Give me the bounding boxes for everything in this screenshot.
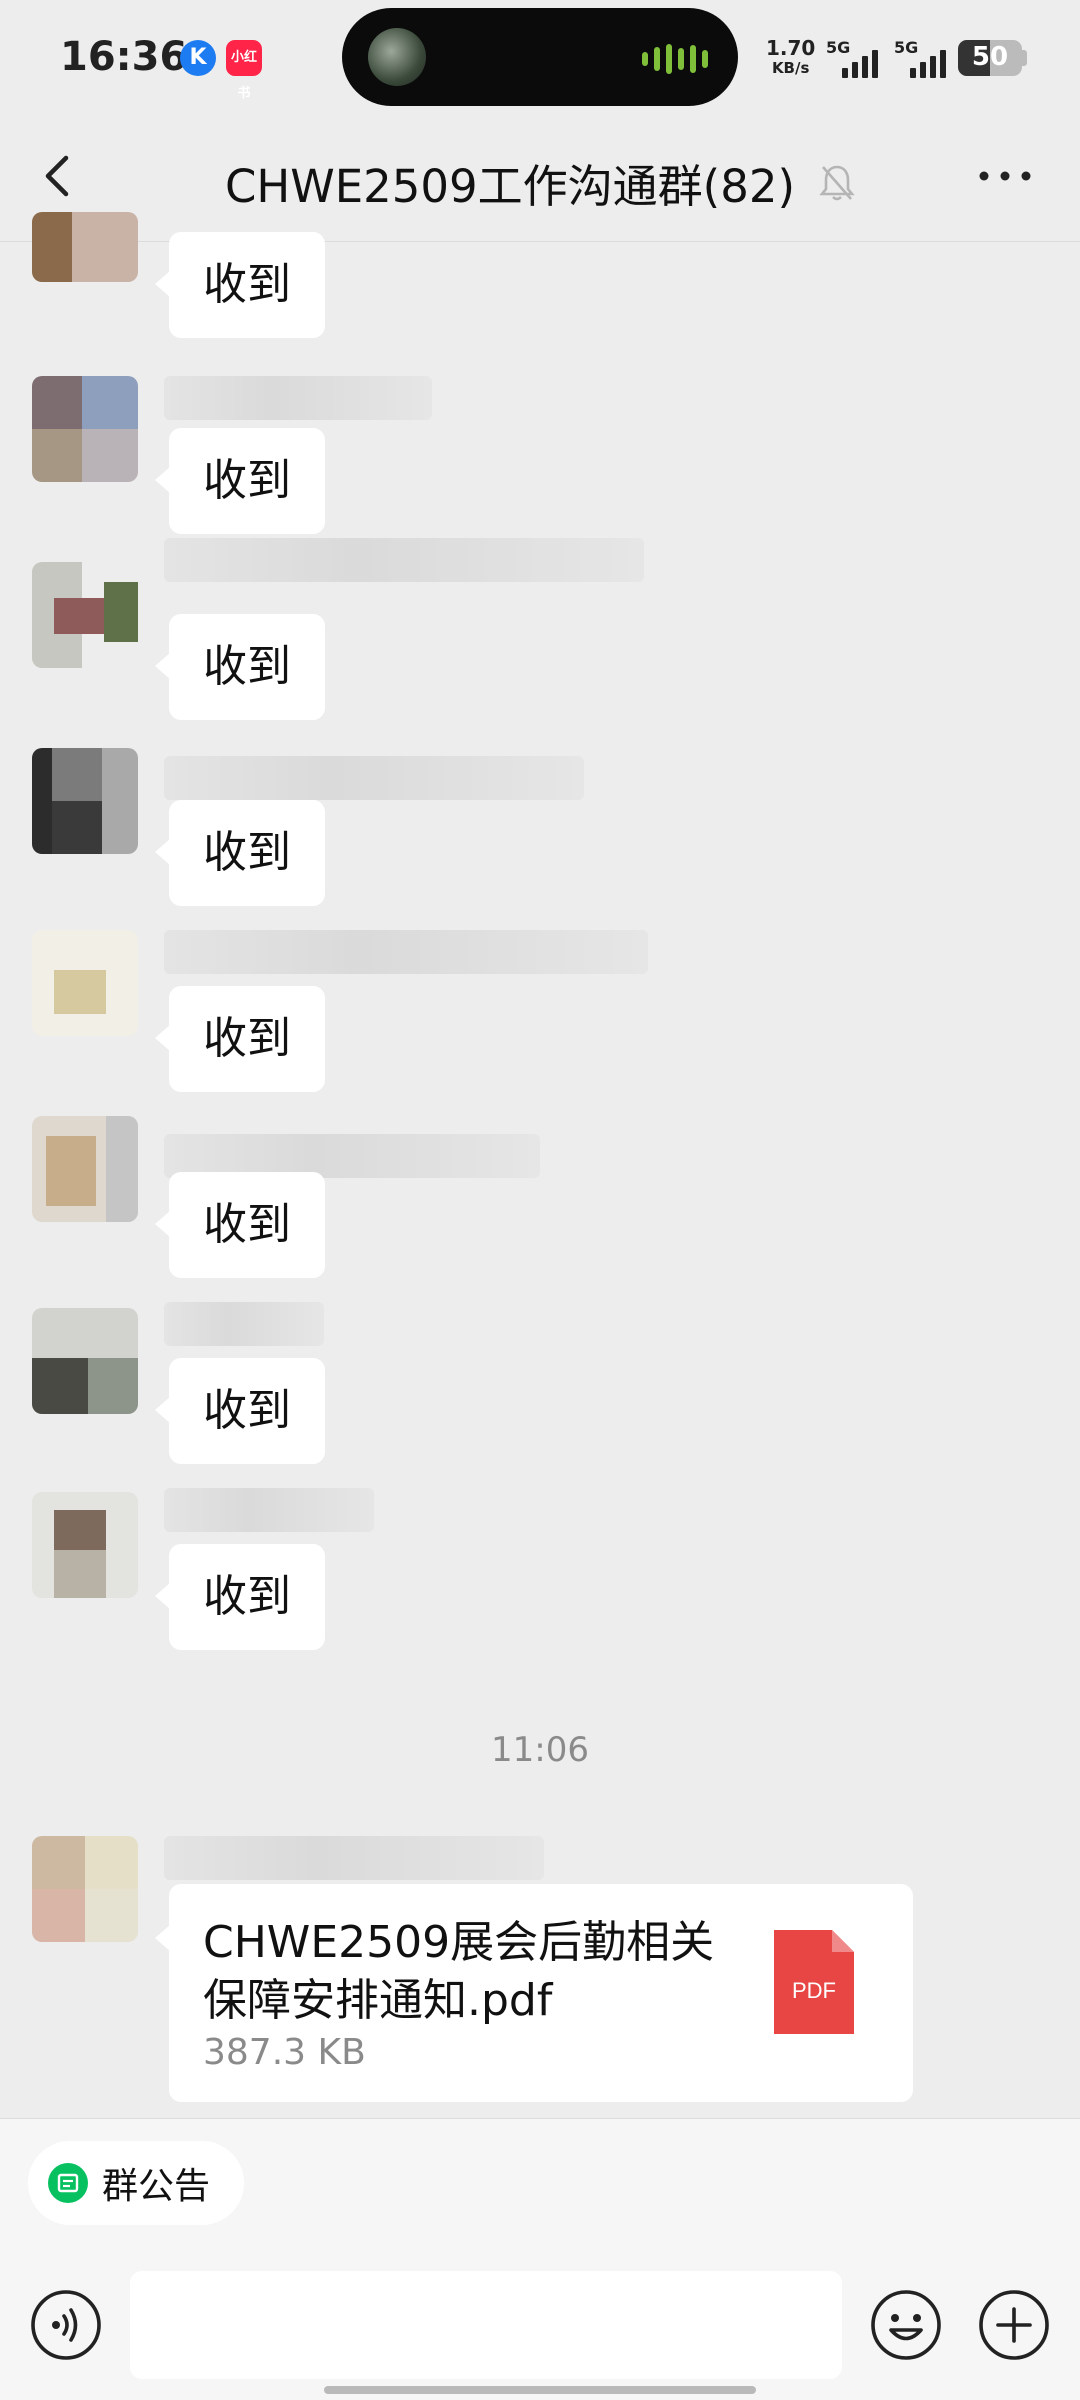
group-notice-label: 群公告 xyxy=(102,2166,211,2207)
group-name: CHWE2509工作沟通群(82) xyxy=(224,160,796,213)
avatar[interactable] xyxy=(32,212,138,282)
message-bubble[interactable]: 收到 xyxy=(155,1358,325,1464)
message-bubble[interactable]: 收到 xyxy=(155,614,325,720)
sender-nickname xyxy=(164,376,432,420)
status-time: 16:36 xyxy=(60,34,188,80)
message-bubble[interactable]: 收到 xyxy=(155,428,325,534)
battery-cap xyxy=(1022,50,1027,66)
chat-title: CHWE2509工作沟通群(82) xyxy=(0,150,1080,215)
file-size: 387.3 KB xyxy=(203,2032,366,2073)
avatar[interactable] xyxy=(32,1836,138,1942)
avatar[interactable] xyxy=(32,748,138,854)
dynamic-island[interactable] xyxy=(342,8,738,106)
sender-nickname xyxy=(164,1836,544,1880)
message-input[interactable] xyxy=(130,2271,842,2379)
notice-icon xyxy=(48,2163,88,2203)
input-area: 群公告 xyxy=(0,2118,1080,2400)
avatar[interactable] xyxy=(32,930,138,1036)
message-bubble[interactable]: 收到 xyxy=(155,1172,325,1278)
sender-nickname xyxy=(164,538,644,582)
home-indicator[interactable] xyxy=(324,2386,756,2394)
media-thumbnail xyxy=(368,28,426,86)
message-bubble[interactable]: 收到 xyxy=(155,232,325,338)
audio-wave-icon xyxy=(642,44,708,74)
sender-nickname xyxy=(164,1488,374,1532)
group-notice-button[interactable]: 群公告 xyxy=(28,2141,245,2225)
avatar[interactable] xyxy=(32,1308,138,1414)
signal-icon: 5G xyxy=(894,38,956,80)
plus-icon[interactable] xyxy=(978,2289,1050,2361)
voice-input-icon[interactable] xyxy=(30,2289,102,2361)
avatar[interactable] xyxy=(32,1116,138,1222)
net-speed-unit: KB/s xyxy=(771,59,810,77)
avatar[interactable] xyxy=(32,1492,138,1598)
k-app-icon: K xyxy=(180,40,216,76)
xiaohongshu-app-icon: 小红书 xyxy=(226,40,262,101)
battery-level: 50 xyxy=(971,42,1009,72)
avatar[interactable] xyxy=(32,562,138,668)
sender-nickname xyxy=(164,756,584,800)
emoji-icon[interactable] xyxy=(870,2289,942,2361)
avatar[interactable] xyxy=(32,376,138,482)
pdf-icon-label: PDF xyxy=(792,1978,836,2003)
status-bar: 16:36 K 小红书 1.70 KB/s 5G 5G 50 xyxy=(0,0,1080,120)
signal-icon: 5G xyxy=(826,38,888,80)
sender-nickname xyxy=(164,930,648,974)
sender-nickname xyxy=(164,1302,324,1346)
pdf-file-icon: PDF xyxy=(774,1930,854,2034)
battery-icon: 50 xyxy=(958,40,1022,76)
net-speed-value: 1.70 xyxy=(766,36,816,60)
net-speed: 1.70 KB/s xyxy=(766,38,815,78)
message-bubble[interactable]: 收到 xyxy=(155,1544,325,1650)
time-separator: 11:06 xyxy=(491,1730,589,1770)
file-card[interactable]: CHWE2509展会后勤相关保障安排通知.pdf 387.3 KB PDF xyxy=(155,1884,913,2102)
file-name: CHWE2509展会后勤相关保障安排通知.pdf xyxy=(203,1917,715,2026)
chat-header: CHWE2509工作沟通群(82) xyxy=(0,120,1080,242)
message-bubble[interactable]: 收到 xyxy=(155,986,325,1092)
muted-bell-icon xyxy=(819,165,855,200)
message-bubble[interactable]: 收到 xyxy=(155,800,325,906)
more-options-icon[interactable] xyxy=(970,146,1040,206)
